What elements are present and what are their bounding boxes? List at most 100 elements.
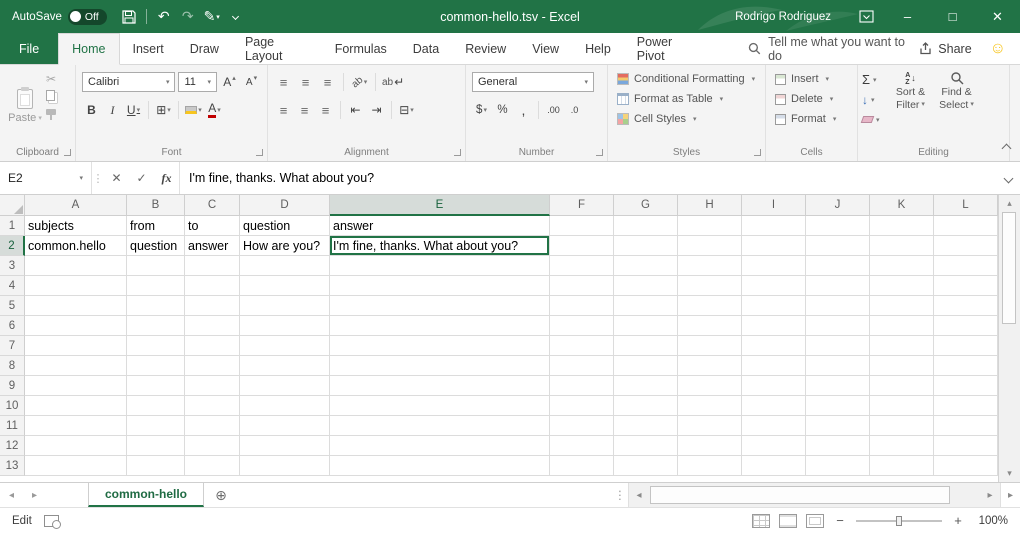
vertical-scrollbar[interactable]: ▴ ▾ [998, 195, 1020, 482]
cell-A10[interactable] [25, 396, 127, 416]
cell-K2[interactable] [870, 236, 934, 256]
namebox-resize-handle-icon[interactable]: ⋮ [92, 162, 104, 194]
cell-A1[interactable]: subjects [25, 216, 127, 236]
decrease-decimal-button[interactable]: .0 [565, 99, 584, 121]
cell-J3[interactable] [806, 256, 870, 276]
cell-G6[interactable] [614, 316, 678, 336]
cell-A11[interactable] [25, 416, 127, 436]
cell-C4[interactable] [185, 276, 240, 296]
column-header-K[interactable]: K [870, 195, 934, 216]
column-header-C[interactable]: C [185, 195, 240, 216]
cell-I3[interactable] [742, 256, 806, 276]
cell-I7[interactable] [742, 336, 806, 356]
cell-J5[interactable] [806, 296, 870, 316]
cell-I1[interactable] [742, 216, 806, 236]
hscroll-end-icon[interactable]: ▸ [1000, 483, 1020, 507]
cell-I5[interactable] [742, 296, 806, 316]
cell-D10[interactable] [240, 396, 330, 416]
cell-A8[interactable] [25, 356, 127, 376]
column-header-B[interactable]: B [127, 195, 185, 216]
cell-H5[interactable] [678, 296, 742, 316]
cell-L8[interactable] [934, 356, 998, 376]
merge-center-button[interactable]: ⊟▾ [397, 99, 416, 121]
cell-K9[interactable] [870, 376, 934, 396]
cell-D9[interactable] [240, 376, 330, 396]
expand-formula-bar-button[interactable] [996, 162, 1020, 194]
copy-icon[interactable] [46, 90, 55, 101]
cell-J13[interactable] [806, 456, 870, 476]
save-button[interactable] [117, 4, 141, 30]
find-select-button[interactable]: Find & Select▾ [934, 70, 980, 144]
wrap-text-button[interactable]: ab↵ [382, 71, 404, 93]
cell-D7[interactable] [240, 336, 330, 356]
cell-D4[interactable] [240, 276, 330, 296]
close-button[interactable]: ✕ [975, 0, 1020, 33]
cell-D13[interactable] [240, 456, 330, 476]
hscroll-left-icon[interactable]: ◂ [629, 483, 649, 507]
cell-B12[interactable] [127, 436, 185, 456]
cell-K4[interactable] [870, 276, 934, 296]
cell-B2[interactable]: question [127, 236, 185, 256]
cell-E5[interactable] [330, 296, 550, 316]
cell-H3[interactable] [678, 256, 742, 276]
row-header-5[interactable]: 5 [0, 296, 25, 316]
cell-G7[interactable] [614, 336, 678, 356]
paste-button[interactable]: Paste▾ [4, 69, 46, 144]
sheetbar-drag-handle-icon[interactable]: ⋮ [612, 483, 628, 507]
tab-file[interactable]: File [0, 33, 58, 64]
cell-D6[interactable] [240, 316, 330, 336]
alignment-dialog-launcher-icon[interactable] [454, 149, 461, 156]
tab-page-layout[interactable]: Page Layout [232, 33, 322, 64]
styles-dialog-launcher-icon[interactable] [754, 149, 761, 156]
share-button[interactable]: Share [919, 42, 971, 56]
cell-H7[interactable] [678, 336, 742, 356]
cell-E3[interactable] [330, 256, 550, 276]
cell-E6[interactable] [330, 316, 550, 336]
cell-B8[interactable] [127, 356, 185, 376]
cell-A7[interactable] [25, 336, 127, 356]
font-dialog-launcher-icon[interactable] [256, 149, 263, 156]
cancel-entry-button[interactable]: ✕ [104, 162, 129, 194]
cell-K12[interactable] [870, 436, 934, 456]
cell-C8[interactable] [185, 356, 240, 376]
increase-decimal-button[interactable]: .00 [544, 99, 563, 121]
cell-D12[interactable] [240, 436, 330, 456]
cell-H11[interactable] [678, 416, 742, 436]
cell-F10[interactable] [550, 396, 614, 416]
autosave-control[interactable]: AutoSave Off [12, 9, 107, 25]
row-header-1[interactable]: 1 [0, 216, 25, 236]
cell-H9[interactable] [678, 376, 742, 396]
horizontal-scroll-thumb[interactable] [650, 486, 950, 504]
cell-L4[interactable] [934, 276, 998, 296]
column-header-A[interactable]: A [25, 195, 127, 216]
font-color-button[interactable]: A▾ [205, 99, 224, 121]
column-header-H[interactable]: H [678, 195, 742, 216]
cell-F11[interactable] [550, 416, 614, 436]
cell-L5[interactable] [934, 296, 998, 316]
cell-styles-button[interactable]: Cell Styles▾ [612, 109, 761, 129]
increase-indent-button[interactable]: ⇥ [367, 99, 386, 121]
accounting-format-button[interactable]: $▾ [472, 99, 491, 121]
tab-data[interactable]: Data [400, 33, 452, 64]
cell-L1[interactable] [934, 216, 998, 236]
fill-button[interactable]: ↓▾ [862, 90, 880, 109]
tab-home[interactable]: Home [58, 33, 119, 65]
tab-draw[interactable]: Draw [177, 33, 232, 64]
vertical-scroll-track[interactable] [999, 212, 1020, 465]
decrease-indent-button[interactable]: ⇤ [346, 99, 365, 121]
cell-I11[interactable] [742, 416, 806, 436]
cell-E1[interactable]: answer [330, 216, 550, 236]
redo-button[interactable]: ↷ [176, 4, 200, 30]
cell-A4[interactable] [25, 276, 127, 296]
cell-K10[interactable] [870, 396, 934, 416]
column-header-D[interactable]: D [240, 195, 330, 216]
column-header-F[interactable]: F [550, 195, 614, 216]
underline-button[interactable]: U▾ [124, 99, 143, 121]
tab-review[interactable]: Review [452, 33, 519, 64]
cell-C10[interactable] [185, 396, 240, 416]
page-break-view-button[interactable] [806, 514, 824, 528]
cell-A3[interactable] [25, 256, 127, 276]
cell-H4[interactable] [678, 276, 742, 296]
cell-I2[interactable] [742, 236, 806, 256]
comma-style-button[interactable]: , [514, 99, 533, 121]
